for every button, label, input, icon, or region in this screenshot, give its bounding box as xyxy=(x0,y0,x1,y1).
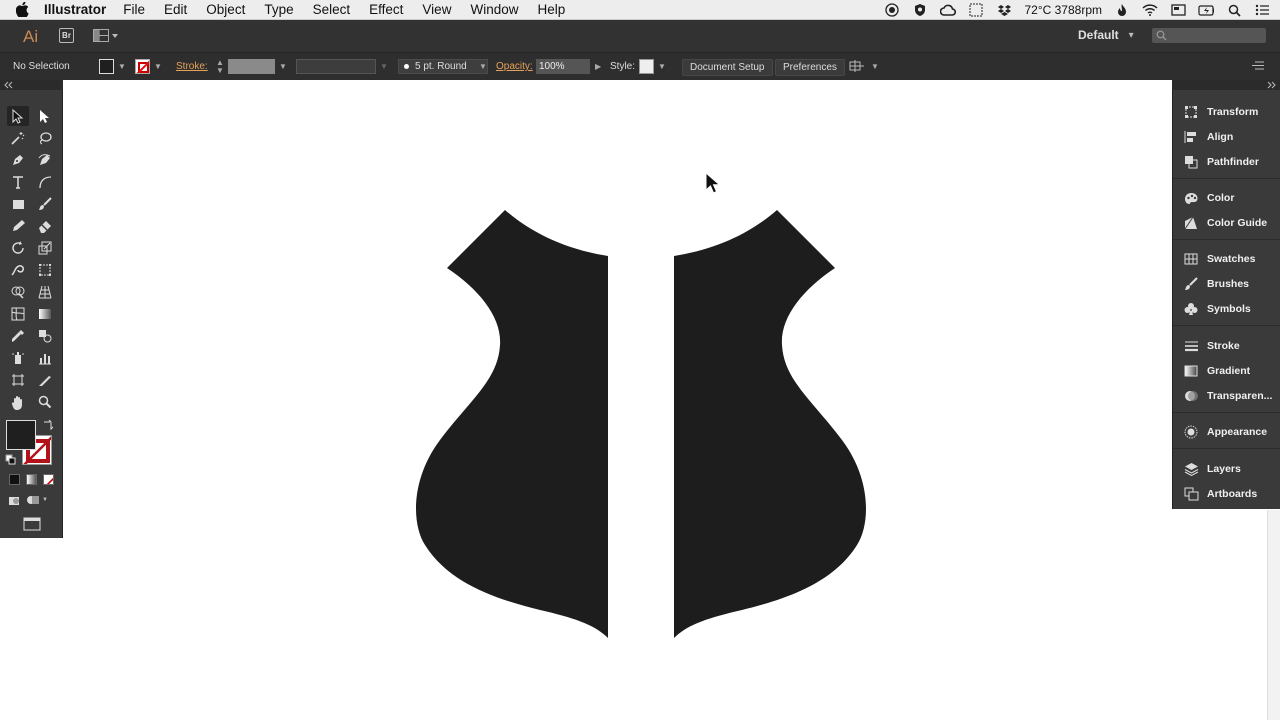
align-icon xyxy=(1182,129,1200,145)
dock-label: Swatches xyxy=(1207,253,1256,265)
dock-item-transform[interactable]: Transform xyxy=(1173,101,1280,123)
dock-item-layers[interactable]: Layers xyxy=(1173,458,1280,480)
dock-divider xyxy=(1173,412,1280,413)
dock-label: Color xyxy=(1207,192,1235,204)
dock-item-stroke[interactable]: Stroke xyxy=(1173,335,1280,357)
artboard-canvas[interactable] xyxy=(0,0,1280,720)
dock-divider xyxy=(1173,178,1280,179)
transparency-icon xyxy=(1182,388,1200,404)
dock-label: Artboards xyxy=(1207,488,1258,500)
pathfinder-icon xyxy=(1182,154,1200,170)
fill-swatch-large[interactable] xyxy=(6,420,36,450)
dock-divider xyxy=(1173,325,1280,326)
dock-label: Transparen... xyxy=(1207,390,1273,402)
dock-label: Layers xyxy=(1207,463,1241,475)
layers-icon xyxy=(1182,461,1200,477)
dock-item-brushes[interactable]: Brushes xyxy=(1173,273,1280,295)
dock-label: Symbols xyxy=(1207,303,1251,315)
gradient-swatch-icon xyxy=(1182,363,1200,379)
vertical-scrollbar[interactable] xyxy=(1267,510,1280,720)
dock-item-color-guide[interactable]: Color Guide xyxy=(1173,212,1280,234)
symbols-club-icon xyxy=(1182,301,1200,317)
dock-item-align[interactable]: Align xyxy=(1173,126,1280,148)
dock-divider xyxy=(1173,239,1280,240)
dock-item-symbols[interactable]: Symbols xyxy=(1173,298,1280,320)
dock-item-pathfinder[interactable]: Pathfinder xyxy=(1173,151,1280,173)
shield-right-half[interactable] xyxy=(674,210,867,638)
dock-label: Brushes xyxy=(1207,278,1250,290)
dock-label: Align xyxy=(1207,131,1234,143)
shield-left-half[interactable] xyxy=(415,210,608,638)
dock-item-color[interactable]: Color xyxy=(1173,187,1280,209)
dock-label: Color Guide xyxy=(1207,217,1268,229)
dock-divider xyxy=(1173,448,1280,449)
dock-label: Pathfinder xyxy=(1207,156,1259,168)
artboards-icon xyxy=(1182,486,1200,502)
transform-icon xyxy=(1182,104,1200,120)
dock-label: Appearance xyxy=(1207,426,1268,438)
illustrator-window: { "menubar": { "app_name": "Illustrator"… xyxy=(0,0,1280,720)
appearance-icon xyxy=(1182,424,1200,440)
panel-dock: Transform Align Pathfinder Color Color G… xyxy=(1172,90,1280,509)
color-guide-icon xyxy=(1182,215,1200,231)
dock-item-appearance[interactable]: Appearance xyxy=(1173,421,1280,443)
dock-item-transparency[interactable]: Transparen... xyxy=(1173,385,1280,407)
stroke-lines-icon xyxy=(1182,338,1200,354)
mouse-pointer-icon xyxy=(705,171,721,194)
dock-label: Gradient xyxy=(1207,365,1251,377)
color-palette-icon xyxy=(1182,190,1200,206)
dock-label: Stroke xyxy=(1207,340,1240,352)
swatches-grid-icon xyxy=(1182,251,1200,267)
dock-item-artboards[interactable]: Artboards xyxy=(1173,483,1280,505)
dock-item-swatches[interactable]: Swatches xyxy=(1173,248,1280,270)
dock-label: Transform xyxy=(1207,106,1259,118)
dock-item-gradient[interactable]: Gradient xyxy=(1173,360,1280,382)
brushes-icon xyxy=(1182,276,1200,292)
